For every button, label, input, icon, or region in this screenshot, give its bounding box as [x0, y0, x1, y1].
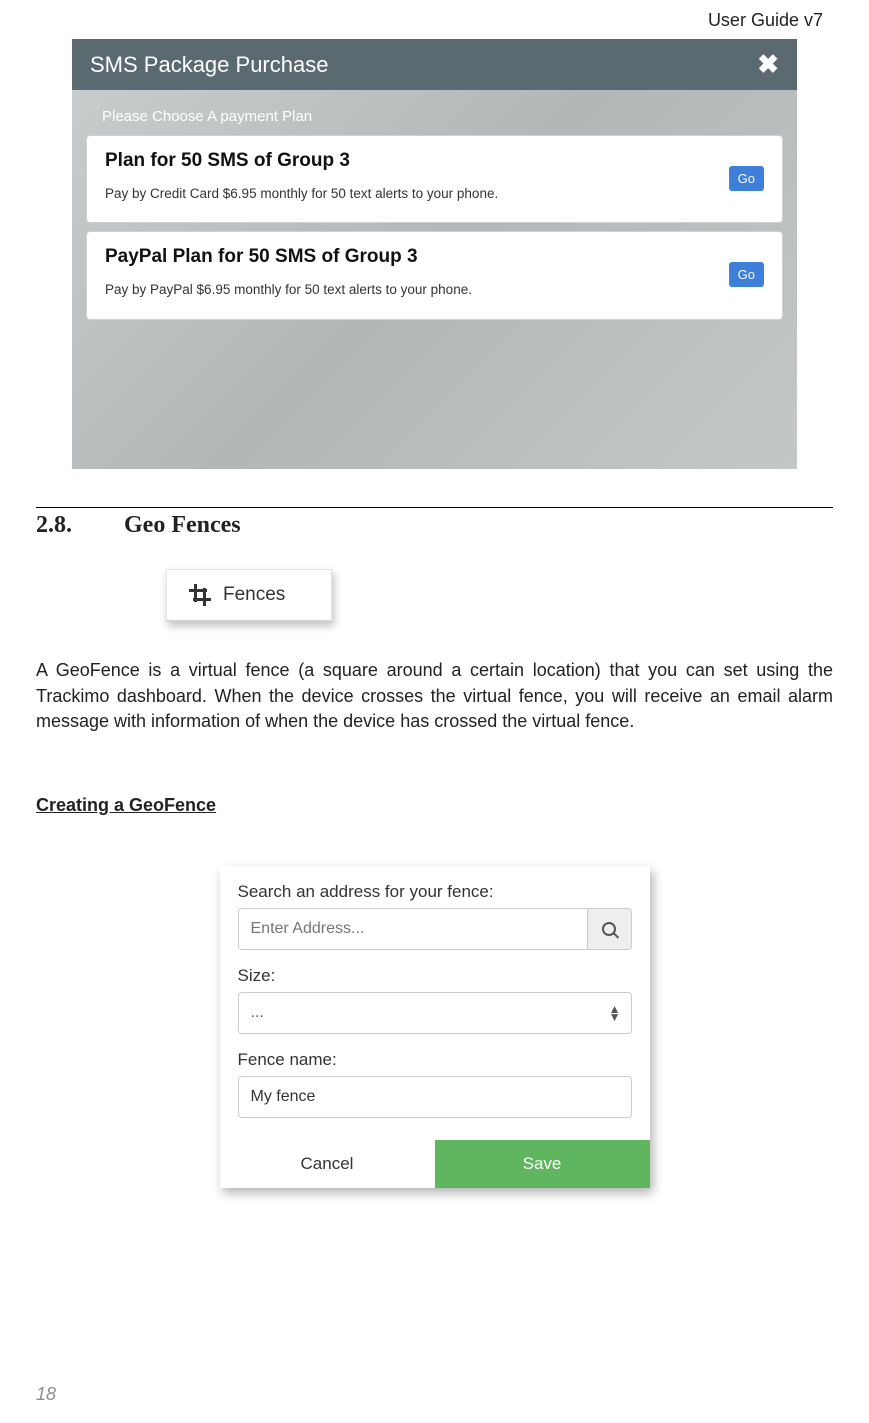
search-button[interactable] [587, 909, 631, 949]
fence-name-label: Fence name: [238, 1050, 632, 1070]
search-address-input-group [238, 908, 632, 950]
plan-title: PayPal Plan for 50 SMS of Group 3 [105, 246, 713, 268]
search-address-input[interactable] [239, 909, 587, 949]
size-label: Size: [238, 966, 632, 986]
search-address-label: Search an address for your fence: [238, 882, 632, 902]
go-button[interactable]: Go [729, 262, 764, 287]
section-number: 2.8. [36, 512, 72, 539]
geofence-description-paragraph: A GeoFence is a virtual fence (a square … [36, 658, 833, 735]
plan-description: Pay by Credit Card $6.95 monthly for 50 … [105, 182, 713, 206]
fences-nav-button[interactable]: Fences [166, 569, 332, 622]
section-title: Geo Fences [124, 512, 241, 539]
page-number: 18 [36, 1384, 56, 1405]
fence-name-input[interactable] [238, 1076, 632, 1118]
plan-card: PayPal Plan for 50 SMS of Group 3 Pay by… [86, 231, 783, 319]
search-icon [602, 922, 616, 936]
modal-title: SMS Package Purchase [90, 52, 328, 78]
size-select[interactable]: ... ▲▼ [238, 992, 632, 1034]
size-select-value: ... [251, 1004, 264, 1022]
go-button[interactable]: Go [729, 166, 764, 191]
plan-title: Plan for 50 SMS of Group 3 [105, 150, 713, 172]
section-divider [36, 507, 833, 508]
modal-subtitle: Please Choose A payment Plan [72, 90, 797, 135]
geofence-form: Search an address for your fence: Size: … [220, 866, 650, 1188]
sms-purchase-modal: SMS Package Purchase ✖ Please Choose A p… [72, 39, 797, 469]
save-button[interactable]: Save [435, 1140, 650, 1188]
header-guide-label: User Guide v7 [36, 0, 833, 31]
cancel-button[interactable]: Cancel [220, 1140, 435, 1188]
close-icon[interactable]: ✖ [757, 49, 779, 80]
modal-header: SMS Package Purchase ✖ [72, 39, 797, 90]
plan-card: Plan for 50 SMS of Group 3 Pay by Credit… [86, 135, 783, 223]
section-heading: 2.8. Geo Fences [36, 512, 833, 539]
creating-geofence-subheading: Creating a GeoFence [36, 795, 833, 816]
fence-icon [191, 586, 209, 604]
plan-description: Pay by PayPal $6.95 monthly for 50 text … [105, 278, 713, 302]
fences-button-label: Fences [223, 584, 285, 606]
select-arrows-icon: ▲▼ [609, 1005, 621, 1021]
